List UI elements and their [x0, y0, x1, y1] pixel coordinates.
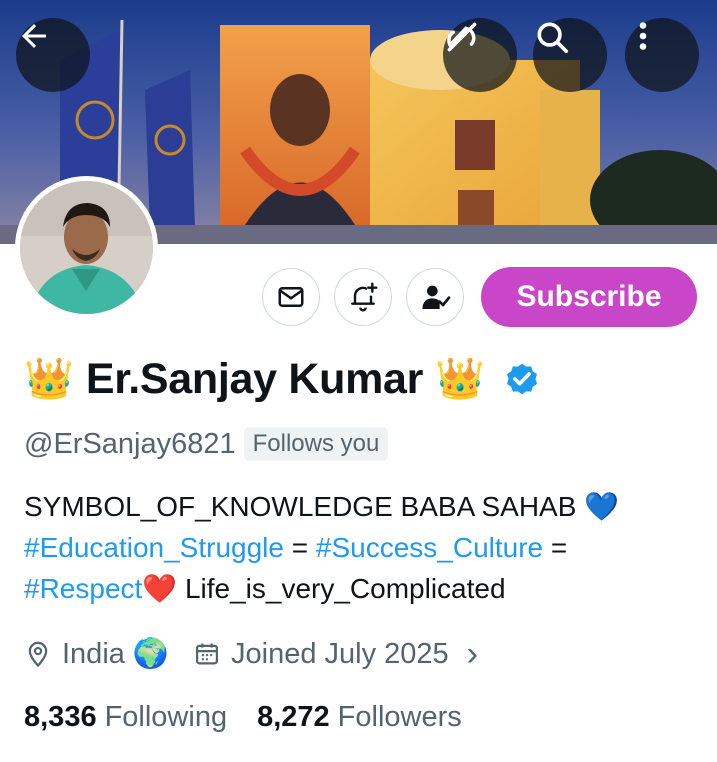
bio-equals-2: = [543, 532, 568, 563]
following-label: Following [104, 700, 228, 733]
hashtag-success-culture[interactable]: #Success_Culture [316, 532, 543, 563]
bio-text: SYMBOL_OF_KNOWLEDGE BABA SAHAB [24, 491, 585, 522]
following-count[interactable]: 8,336 Following [24, 701, 227, 734]
followers-count[interactable]: 8,272 Followers [257, 701, 462, 734]
crown-emoji-right: 👑 [435, 357, 485, 401]
hashtag-respect[interactable]: #Respect [24, 573, 142, 604]
location-text: India [62, 637, 125, 670]
hashtag-education-struggle[interactable]: #Education_Struggle [24, 532, 284, 563]
red-heart-emoji: ❤️ [142, 573, 178, 604]
handle: @ErSanjay6821 [24, 427, 236, 460]
handle-row: @ErSanjay6821 Follows you [24, 424, 389, 464]
follows-you-badge: Follows you [243, 427, 389, 461]
bio-line-1: SYMBOL_OF_KNOWLEDGE BABA SAHAB 💙 [24, 486, 704, 527]
joined-text: Joined July 2025 [231, 637, 449, 670]
more-icon [639, 22, 647, 50]
bio: SYMBOL_OF_KNOWLEDGE BABA SAHAB 💙 #Educat… [24, 486, 704, 609]
followers-number: 8,272 [257, 700, 330, 733]
chevron-right-icon[interactable]: › [467, 637, 478, 671]
blue-heart-emoji: 💙 [584, 491, 620, 522]
bio-line-2: #Education_Struggle = #Success_Culture = [24, 527, 704, 568]
crown-emoji-left: 👑 [24, 357, 74, 401]
follow-counts: 8,336 Following 8,272 Followers [24, 697, 462, 737]
followers-label: Followers [337, 700, 462, 733]
following-number: 8,336 [24, 700, 97, 733]
display-name: Er.Sanjay Kumar [85, 354, 424, 403]
message-button[interactable] [262, 268, 320, 326]
calendar-icon [195, 643, 219, 665]
profile-meta: India 🌍 Joined July 2025 › [24, 634, 478, 674]
back-button[interactable] [16, 18, 90, 92]
message-icon [278, 287, 304, 307]
grok-icon [447, 22, 477, 52]
globe-emoji: 🌍 [132, 638, 169, 670]
subscribe-button[interactable]: Subscribe [481, 267, 697, 327]
location: India 🌍 [24, 637, 169, 671]
verified-icon [506, 363, 537, 395]
search-icon [537, 22, 569, 54]
grok-button[interactable] [443, 18, 517, 92]
location-icon [28, 641, 48, 668]
display-name-row: 👑 Er.Sanjay Kumar 👑 [24, 350, 541, 408]
notification-add-icon [351, 282, 378, 312]
bio-line-3: #Respect❤️ Life_is_very_Complicated [24, 568, 704, 609]
following-icon [422, 285, 451, 309]
back-arrow-icon [22, 24, 46, 48]
notifications-button[interactable] [334, 268, 392, 326]
bio-equals-1: = [283, 532, 316, 563]
verified-badge[interactable] [503, 360, 541, 398]
search-button[interactable] [533, 18, 607, 92]
bio-tail-text: Life_is_very_Complicated [177, 573, 506, 604]
avatar[interactable] [15, 176, 158, 319]
joined-date[interactable]: Joined July 2025 › [193, 637, 478, 671]
avatar-image [20, 181, 153, 314]
following-button[interactable] [406, 268, 464, 326]
more-options-button[interactable] [625, 18, 699, 92]
